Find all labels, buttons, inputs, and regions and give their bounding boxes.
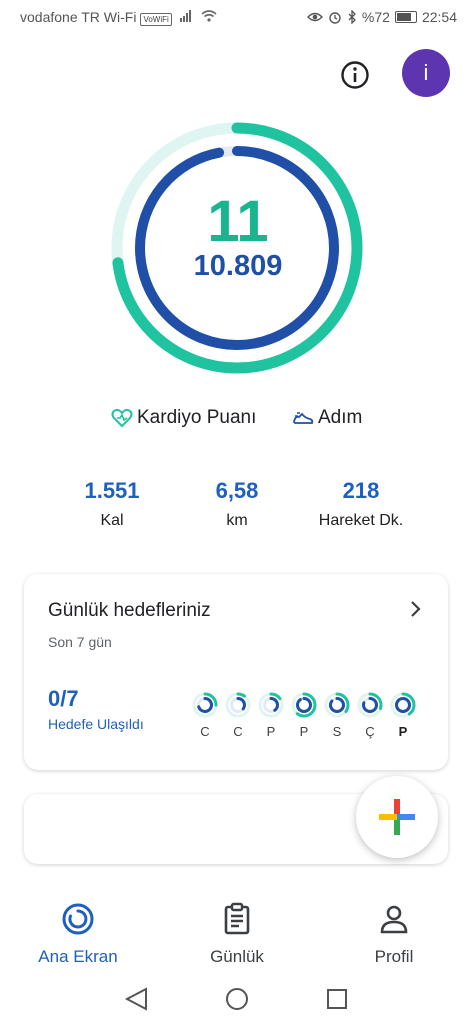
- nav-label: Günlük: [210, 947, 264, 966]
- nav-label: Profil: [374, 947, 414, 966]
- plus-icon: [379, 799, 415, 835]
- nav-profile[interactable]: Profil: [344, 902, 444, 967]
- chevron-right-icon[interactable]: [408, 598, 422, 624]
- day-ring-graphic: [357, 692, 383, 718]
- day-ring-graphic: [291, 692, 317, 718]
- cardio-points-value: 11: [207, 189, 269, 254]
- stat-label: km: [226, 512, 248, 529]
- system-navigation: [0, 978, 473, 1024]
- shoe-icon: [293, 412, 314, 424]
- day-ring: P: [390, 692, 416, 739]
- heart-icon: [111, 408, 133, 428]
- stat-value: 6,58: [215, 478, 259, 503]
- day-ring-graphic: [258, 692, 284, 718]
- home-ring-icon: [62, 903, 94, 935]
- day-ring: C: [225, 692, 251, 739]
- nav-home[interactable]: Ana Ekran: [28, 902, 128, 967]
- legend-cardio: Kardiyo Puanı: [111, 404, 256, 432]
- stat-calories: 1.551 Kal: [62, 478, 162, 530]
- day-ring: P: [258, 692, 284, 739]
- day-ring-graphic: [324, 692, 350, 718]
- daily-goals-subtitle: Son 7 gün: [48, 634, 112, 650]
- person-icon: [380, 905, 408, 934]
- home-icon[interactable]: [226, 988, 248, 1010]
- goals-reached-label: Hedefe Ulaşıldı: [48, 716, 144, 732]
- legend-steps: Adım: [292, 404, 362, 432]
- daily-goals-card[interactable]: Günlük hedefleriniz Son 7 gün 0/7 Hedefe…: [24, 574, 448, 770]
- steps-value: 10.809: [193, 250, 283, 282]
- legend-cardio-label: Kardiyo Puanı: [137, 407, 257, 428]
- day-label: S: [332, 724, 342, 739]
- stat-value: 218: [342, 478, 380, 503]
- stat-value: 1.551: [84, 478, 140, 503]
- day-label: Ç: [365, 724, 375, 739]
- stat-label: Kal: [100, 512, 124, 529]
- day-label: P: [266, 724, 276, 739]
- day-label: C: [200, 724, 210, 739]
- day-ring-graphic: [225, 692, 251, 718]
- day-ring: S: [324, 692, 350, 739]
- stat-distance: 6,58 km: [187, 478, 287, 530]
- day-label: P: [398, 724, 408, 739]
- day-ring: Ç: [357, 692, 383, 739]
- day-ring: C: [192, 692, 218, 739]
- weekly-goal-rings: CCPPSÇP: [192, 692, 416, 739]
- day-label: P: [299, 724, 309, 739]
- stat-move-minutes: 218 Hareket Dk.: [301, 478, 421, 530]
- recents-icon[interactable]: [327, 989, 347, 1009]
- back-icon[interactable]: [124, 987, 147, 1011]
- day-ring: P: [291, 692, 317, 739]
- bottom-navigation: Ana Ekran Günlük Profil: [0, 888, 473, 978]
- day-ring-graphic: [390, 692, 416, 718]
- clipboard-icon: [224, 902, 250, 935]
- add-button[interactable]: [356, 776, 438, 858]
- stat-label: Hareket Dk.: [318, 512, 404, 529]
- legend-steps-label: Adım: [318, 407, 363, 428]
- daily-goals-title: Günlük hedefleriniz: [48, 600, 211, 621]
- nav-label: Ana Ekran: [38, 947, 118, 966]
- nav-journal[interactable]: Günlük: [187, 902, 287, 967]
- day-ring-graphic: [192, 692, 218, 718]
- goals-reached-count: 0/7: [48, 686, 79, 711]
- day-label: C: [233, 724, 243, 739]
